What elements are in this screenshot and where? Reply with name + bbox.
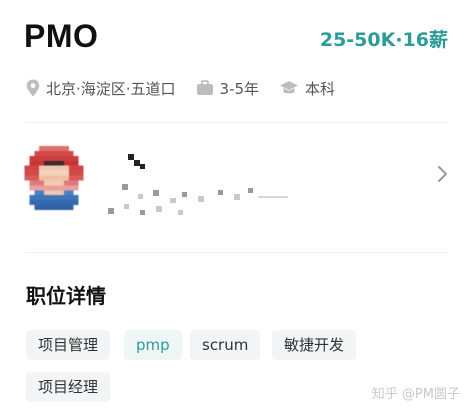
redacted-name-block xyxy=(128,154,168,174)
divider-bottom xyxy=(26,252,448,253)
education-text: 本科 xyxy=(305,79,336,98)
job-meta-row: 北京·海淀区·五道口 3-5年 本科 xyxy=(26,76,355,100)
skill-tag[interactable]: 项目管理 xyxy=(26,330,111,360)
graduation-cap-icon xyxy=(280,81,299,94)
watermark: 知乎 @PM圆子 xyxy=(371,387,460,402)
location-text: 北京·海淀区·五道口 xyxy=(46,79,176,98)
briefcase-icon xyxy=(196,80,213,95)
meta-location: 北京·海淀区·五道口 xyxy=(26,78,176,99)
divider-top xyxy=(26,122,448,123)
avatar xyxy=(24,146,84,210)
skill-tag-highlighted[interactable]: pmp xyxy=(124,330,182,360)
recruiter-card[interactable] xyxy=(20,138,454,234)
job-title: PMO xyxy=(24,18,99,54)
meta-education: 本科 xyxy=(279,78,335,99)
skill-tag[interactable]: 敏捷开发 xyxy=(272,330,357,360)
experience-text: 3-5年 xyxy=(219,79,260,98)
salary-label: 25-50K·16薪 xyxy=(319,29,448,51)
redacted-info-block xyxy=(108,184,288,218)
location-pin-icon xyxy=(26,79,40,97)
chevron-right-icon[interactable] xyxy=(434,164,450,184)
meta-experience: 3-5年 xyxy=(196,78,260,99)
section-title-job-details: 职位详情 xyxy=(26,284,106,308)
skill-tag[interactable]: 项目经理 xyxy=(26,372,111,402)
skill-tag[interactable]: scrum xyxy=(190,330,261,360)
